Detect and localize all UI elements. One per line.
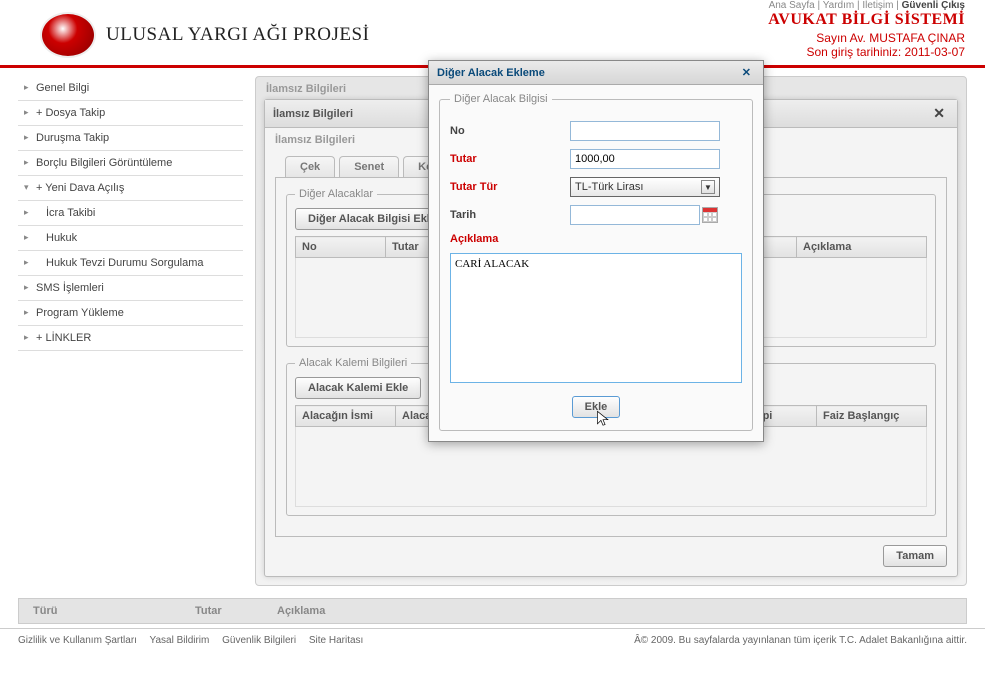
- sidebar-item-icra-takibi[interactable]: İcra Takibi: [18, 201, 243, 226]
- sidebar-item-hukuk-tevzi[interactable]: Hukuk Tevzi Durumu Sorgulama: [18, 251, 243, 276]
- col-faiz-baslangic: Faiz Başlangıç: [817, 406, 927, 427]
- tab-cek[interactable]: Çek: [285, 156, 335, 177]
- topnav-item[interactable]: İletişim: [862, 0, 893, 11]
- topnav-item[interactable]: Yardım: [823, 0, 855, 11]
- user-name: Sayın Av. MUSTAFA ÇINAR: [768, 31, 965, 45]
- tab-senet[interactable]: Senet: [339, 156, 399, 177]
- sidebar-item-linkler[interactable]: + LİNKLER: [18, 326, 243, 351]
- label-no: No: [450, 125, 570, 137]
- modal-title-text: Diğer Alacak Ekleme: [437, 67, 545, 79]
- footer-link[interactable]: Gizlilik ve Kullanım Şartları: [18, 635, 137, 646]
- footer-link[interactable]: Site Haritası: [309, 635, 363, 646]
- logo-icon: [40, 12, 96, 58]
- modal-fieldset: Diğer Alacak Bilgisi No Tutar Tutar Tür …: [439, 93, 753, 431]
- label-tutar: Tutar: [450, 153, 570, 165]
- add-alacak-kalemi-button[interactable]: Alacak Kalemi Ekle: [295, 377, 421, 399]
- col-alacagin-ismi: Alacağın İsmi: [296, 406, 396, 427]
- topnav-logout[interactable]: Güvenli Çıkış: [902, 0, 965, 11]
- sidebar-item-genel-bilgi[interactable]: Genel Bilgi: [18, 76, 243, 101]
- calendar-icon[interactable]: [702, 207, 718, 223]
- sidebar-item-dosya-takip[interactable]: + Dosya Takip: [18, 101, 243, 126]
- sidebar-item-hukuk[interactable]: Hukuk: [18, 226, 243, 251]
- top-nav: Ana Sayfa | Yardım | İletişim | Güvenli …: [0, 0, 985, 11]
- sidebar-item-program-yukleme[interactable]: Program Yükleme: [18, 301, 243, 326]
- ok-button[interactable]: Tamam: [883, 545, 947, 567]
- panel-title: İlamsız Bilgileri: [273, 108, 353, 120]
- add-diger-alacak-button[interactable]: Diğer Alacak Bilgisi Ekle: [295, 208, 449, 230]
- select-tutar-tur-value: TL-Türk Lirası: [575, 181, 643, 193]
- footer-copyright: Â© 2009. Bu sayfalarda yayınlanan tüm iç…: [634, 635, 967, 646]
- chevron-down-icon: ▼: [701, 180, 715, 194]
- textarea-aciklama[interactable]: [450, 253, 742, 383]
- sidebar-item-yeni-dava[interactable]: + Yeni Dava Açılış: [18, 176, 243, 201]
- select-tutar-tur[interactable]: TL-Türk Lirası ▼: [570, 177, 720, 197]
- col-no: No: [296, 237, 386, 258]
- group-legend: Alacak Kalemi Bilgileri: [295, 357, 411, 369]
- modal-titlebar: Diğer Alacak Ekleme ✕: [429, 61, 763, 85]
- header: ULUSAL YARGI AĞI PROJESİ AVUKAT BİLGİ Sİ…: [0, 11, 985, 65]
- footer-data-row: Türü Tutar Açıklama: [18, 598, 967, 624]
- col-aciklama: Açıklama: [265, 601, 964, 621]
- submit-ekle-button[interactable]: Ekle: [572, 396, 621, 418]
- input-tarih[interactable]: [570, 205, 700, 225]
- last-login: Son giriş tarihiniz: 2011-03-07: [768, 45, 965, 59]
- sidebar-item-sms[interactable]: SMS İşlemleri: [18, 276, 243, 301]
- footer-link[interactable]: Yasal Bildirim: [150, 635, 210, 646]
- label-tarih: Tarih: [450, 209, 570, 221]
- col-aciklama: Açıklama: [797, 237, 927, 258]
- topnav-item[interactable]: Ana Sayfa: [769, 0, 815, 11]
- label-aciklama: Açıklama: [450, 233, 570, 245]
- col-turu: Türü: [21, 601, 181, 621]
- modal-close-icon[interactable]: ✕: [738, 66, 755, 79]
- col-tutar: Tutar: [183, 601, 263, 621]
- modal-legend: Diğer Alacak Bilgisi: [450, 93, 552, 105]
- label-tutar-tur: Tutar Tür: [450, 181, 570, 193]
- app-title: ULUSAL YARGI AĞI PROJESİ: [106, 24, 369, 46]
- footer-link[interactable]: Güvenlik Bilgileri: [222, 635, 296, 646]
- sidebar-item-durusma-takip[interactable]: Duruşma Takip: [18, 126, 243, 151]
- modal-diger-alacak-ekleme: Diğer Alacak Ekleme ✕ Diğer Alacak Bilgi…: [428, 60, 764, 442]
- input-tutar[interactable]: [570, 149, 720, 169]
- sidebar-item-borclu[interactable]: Borçlu Bilgileri Görüntüleme: [18, 151, 243, 176]
- input-no[interactable]: [570, 121, 720, 141]
- footer: Gizlilik ve Kullanım Şartları Yasal Bild…: [0, 628, 985, 652]
- sidebar: Genel Bilgi + Dosya Takip Duruşma Takip …: [18, 76, 243, 586]
- group-legend: Diğer Alacaklar: [295, 188, 377, 200]
- background-panel-title: İlamsız Bilgileri: [266, 83, 346, 95]
- brand-title: AVUKAT BİLGİ SİSTEMİ: [768, 11, 965, 29]
- close-icon[interactable]: ✕: [929, 105, 949, 122]
